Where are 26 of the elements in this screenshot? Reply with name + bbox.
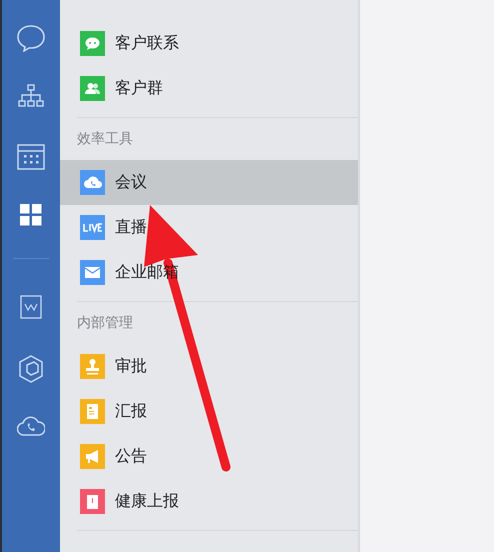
- cloud-icon[interactable]: [17, 415, 45, 437]
- menu-item[interactable]: 直播: [60, 205, 358, 250]
- cloud-phone-icon: [80, 170, 105, 195]
- clipboard-icon: [80, 489, 105, 514]
- menu-item[interactable]: 审批: [60, 344, 358, 389]
- calendar-icon[interactable]: [17, 144, 45, 170]
- menu-item[interactable]: 健康上报: [60, 479, 358, 524]
- grid-icon[interactable]: [20, 204, 42, 226]
- chat-icon[interactable]: [16, 24, 46, 52]
- document-icon[interactable]: [20, 295, 42, 319]
- menu-item[interactable]: 公告: [60, 434, 358, 479]
- people-icon: [80, 76, 105, 101]
- section-heading: 内部管理: [77, 314, 133, 332]
- hierarchy-icon[interactable]: [18, 84, 44, 108]
- section-heading: 效率工具: [77, 130, 133, 148]
- envelope-icon: [80, 260, 105, 285]
- menu-item[interactable]: 客户联系: [60, 21, 358, 66]
- live-icon: [80, 215, 105, 240]
- stamp-icon: [80, 354, 105, 379]
- menu-item[interactable]: 会议: [60, 160, 358, 205]
- chat-bubble-icon: [80, 31, 105, 56]
- menu-item[interactable]: 客户群: [60, 66, 358, 111]
- megaphone-icon: [80, 444, 105, 469]
- hexagon-icon[interactable]: [18, 355, 44, 383]
- menu-item[interactable]: 汇报: [60, 389, 358, 434]
- report-icon: [80, 399, 105, 424]
